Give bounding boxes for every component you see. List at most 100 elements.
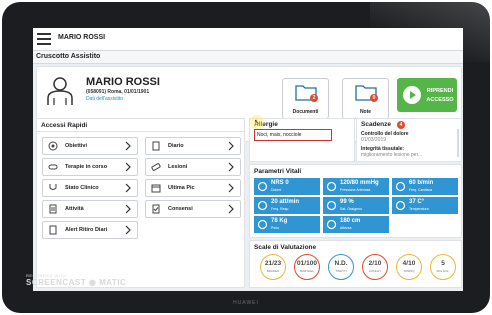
chevron-right-icon (228, 204, 234, 214)
quick-access-item[interactable]: Alert Ritiro Diari (42, 221, 138, 239)
scale-score-value: 2/10 (368, 260, 382, 267)
chevron-right-icon (125, 162, 131, 172)
vital-sign-tile: 20 att/min Freq. Resp. (254, 197, 320, 214)
record-icon: ◉ (88, 278, 97, 287)
vital-sign-label: Dolore (271, 188, 282, 192)
quick-access-item[interactable]: Attività (42, 200, 138, 218)
riprendi-accesso-label: RIPRENDI ACCESSO (424, 87, 456, 105)
chevron-right-icon (228, 141, 234, 151)
top-bar: MARIO ROSSI (33, 28, 463, 51)
quick-access-item[interactable]: Obiettivi (42, 137, 138, 155)
vital-sign-tile: 99 % Sat. Ossigeno (323, 197, 389, 214)
quick-access-item[interactable]: Ultima Pic (145, 179, 241, 197)
vital-sign-value: 37 C° (409, 199, 425, 205)
vital-sign-label: Temperatura (409, 207, 429, 211)
pills-icon (48, 164, 58, 170)
quick-access-item[interactable]: Diario (145, 137, 241, 155)
clipboard-icon (49, 204, 57, 214)
patient-details-link[interactable]: Dati dell'assistito (86, 96, 123, 102)
vital-sign-value: 78 Kg (271, 218, 288, 224)
scale-score-label: BRADEN (266, 269, 280, 273)
accessi-rapidi-panel: Accessi Rapidi Obiettivi Diario Terapie in… (36, 118, 245, 288)
parametri-vitali-panel: Parametri Vitali NRS 0 Dolore 120/80 mmHg P… (249, 164, 462, 238)
documenti-button[interactable]: 2 Documenti (282, 78, 329, 119)
vital-sign-value: 20 att/min (271, 199, 300, 205)
riprendi-accesso-button[interactable]: RIPRENDI ACCESSO (397, 78, 457, 112)
oxygen-icon (326, 200, 337, 211)
scale-score-circle[interactable]: 2/10 CONLEY (362, 254, 388, 280)
device-brand: HUAWEI (233, 300, 259, 306)
header-patient-name: MARIO ROSSI (58, 34, 106, 41)
screencast-watermark: RECORDED WITH SCREENCAST ◉ MATIC (26, 273, 126, 287)
vital-sign-tile: 180 cm Altezza (323, 216, 389, 233)
scale-score-circle[interactable]: 21/23 BRADEN (260, 254, 286, 280)
riprendi-label: RIPRENDI (426, 88, 454, 94)
vital-sign-label: Freq. Cardiaca (409, 188, 433, 192)
scale-score-value: 21/23 (264, 260, 282, 267)
hamburger-menu-icon[interactable] (37, 33, 51, 45)
quick-access-label: Stato Clinico (65, 185, 99, 191)
blood-pressure-icon (326, 181, 337, 192)
quick-access-item[interactable]: Terapie in corso (42, 158, 138, 176)
scale-score-label: TINETTI (335, 269, 347, 273)
quick-access-item[interactable]: Lesioni (145, 158, 241, 176)
vital-sign-tile: 120/80 mmHg Pressione Arteriosa (323, 178, 389, 195)
scale-score-value: N.D. (334, 260, 348, 267)
vital-sign-tile: 37 C° Temperatura (392, 197, 458, 214)
vital-sign-value: 99 % (340, 199, 354, 205)
quick-access-label: Alert Ritiro Diari (65, 227, 108, 233)
lungs-icon (257, 200, 268, 211)
thermometer-icon (395, 200, 406, 211)
calendar-icon (151, 184, 161, 193)
scale-score-circle[interactable]: 4/10 SPMSQ (396, 254, 422, 280)
allergie-value: Noci, mais, nocciole (254, 129, 332, 141)
breadcrumb: Cruscotto Assistito (33, 51, 463, 64)
chevron-right-icon (228, 183, 234, 193)
patient-meta: (058091) Roma, 01/01/1901 (86, 89, 150, 95)
scale-icon (257, 219, 268, 230)
scale-score-circle[interactable]: 5 Mini Nutr. (430, 254, 456, 280)
scale-score-value: 01/100 (297, 260, 317, 267)
quick-access-item[interactable]: Consensi (145, 200, 241, 218)
chevron-right-icon (228, 162, 234, 172)
vital-sign-tile: 78 Kg Peso (254, 216, 320, 233)
vital-sign-label: Sat. Ossigeno (340, 207, 362, 211)
heart-icon (395, 181, 406, 192)
scale-score-circle[interactable]: 01/100 BARTHEL (294, 254, 320, 280)
scadenze-title: Scadenze (361, 121, 391, 128)
document-icon (49, 225, 57, 235)
scale-score-label: SPMSQ (403, 269, 415, 273)
quick-access-label: Lesioni (168, 164, 188, 170)
scale-score-value: 4/10 (402, 260, 416, 267)
scale-score-circle[interactable]: N.D. TINETTI (328, 254, 354, 280)
quick-access-label: Diario (168, 143, 184, 149)
target-icon (48, 141, 58, 151)
documenti-label: Documenti (292, 109, 319, 115)
scale-score-label: CONLEY (368, 269, 382, 273)
allergie-panel: Allergie Noci, mais, nocciole (249, 118, 355, 162)
scale-valutazione-title: Scale di Valutazione (254, 244, 317, 251)
scadenze-panel: Scadenze 4 Controllo del dolore 01/03/20… (356, 118, 462, 162)
accessi-rapidi-title: Accessi Rapidi (41, 122, 88, 129)
bandage-icon (151, 163, 161, 171)
accesso-label: ACCESSO (426, 97, 454, 103)
mouse-cursor-icon: ↖ (254, 119, 260, 126)
quick-access-item[interactable]: Stato Clinico (42, 179, 138, 197)
vital-sign-tile: 60 b/min Freq. Cardiaca (392, 178, 458, 195)
scadenza-item-date: 01/03/2019 (361, 137, 387, 143)
vital-sign-label: Pressione Arteriosa (340, 188, 371, 192)
document-check-icon (152, 204, 160, 214)
quick-access-label: Consensi (168, 206, 193, 212)
scrollbar[interactable] (457, 129, 459, 157)
vital-sign-label: Altezza (340, 226, 352, 230)
scadenze-count-badge: 4 (397, 121, 405, 129)
vital-sign-label: Freq. Resp. (271, 207, 290, 211)
person-icon (257, 181, 268, 192)
chevron-right-icon (125, 204, 131, 214)
scale-score-value: 5 (441, 260, 445, 267)
vital-sign-value: 180 cm (340, 218, 361, 224)
quick-access-label: Obiettivi (65, 143, 88, 149)
watermark-line2: SCREENCAST (26, 278, 87, 287)
stethoscope-icon (49, 184, 57, 190)
note-button[interactable]: 0 Note (342, 78, 389, 119)
